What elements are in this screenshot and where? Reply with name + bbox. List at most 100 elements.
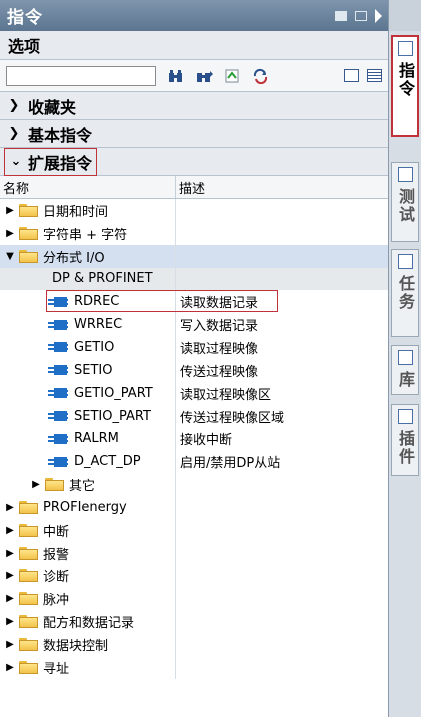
- description-cell: [176, 222, 388, 245]
- description-cell: [176, 519, 388, 542]
- description-cell: [176, 245, 388, 268]
- side-tab-label: 库: [396, 371, 415, 389]
- instruction-row[interactable]: RDREC 读取数据记录: [0, 290, 388, 314]
- side-tab-label: 任务: [396, 275, 415, 311]
- expand-right-icon[interactable]: ▶: [4, 228, 16, 239]
- filter-icon[interactable]: [224, 68, 242, 84]
- name-cell: SETIO_PART: [0, 404, 176, 428]
- expand-down-icon[interactable]: ▼: [4, 251, 16, 262]
- folder-row[interactable]: ▶ 诊断: [0, 564, 388, 588]
- name-cell: ▶ 日期和时间: [0, 199, 176, 222]
- column-description[interactable]: 描述: [176, 176, 205, 198]
- find-next-icon[interactable]: [196, 68, 214, 84]
- side-tab[interactable]: 库: [391, 345, 419, 395]
- name-cell: DP & PROFINET: [0, 267, 176, 291]
- folder-icon: [19, 249, 38, 263]
- function-block-icon: [48, 433, 68, 444]
- item-name: 分布式 I/O: [43, 250, 105, 266]
- expand-right-icon[interactable]: ▶: [4, 662, 16, 673]
- folder-icon: [19, 615, 38, 629]
- folder-icon: [19, 500, 38, 514]
- layout-icon[interactable]: [355, 10, 367, 21]
- instruction-row[interactable]: GETIO_PART 读取过程映像区: [0, 381, 388, 405]
- name-cell: ▶ 其它: [0, 473, 176, 496]
- expand-right-icon[interactable]: ▶: [30, 479, 42, 490]
- folder-row[interactable]: ▶ 寻址: [0, 655, 388, 679]
- folder-row[interactable]: ▶ 其它: [0, 473, 388, 496]
- description-cell: 接收中断: [180, 433, 233, 449]
- chevron-down-icon: ⌄: [10, 154, 22, 169]
- name-cell: ▶ 报警: [0, 541, 176, 565]
- tab-icon: [397, 41, 413, 56]
- name-cell: RALRM: [0, 427, 176, 451]
- item-name: 中断: [43, 524, 70, 540]
- instruction-row[interactable]: WRREC 写入数据记录: [0, 313, 388, 337]
- name-cell: WRREC: [0, 313, 176, 337]
- folder-row[interactable]: ▶ 报警: [0, 541, 388, 565]
- folder-row[interactable]: ▶ 配方和数据记录: [0, 610, 388, 634]
- collapse-arrow-icon[interactable]: [375, 8, 382, 23]
- item-name: WRREC: [74, 317, 123, 333]
- folder-row[interactable]: ▶ 脉冲: [0, 587, 388, 611]
- side-tab[interactable]: 任务: [391, 249, 419, 337]
- extended-instructions-header[interactable]: ⌄ 扩展指令: [0, 147, 388, 176]
- column-name[interactable]: 名称: [0, 176, 176, 198]
- expand-right-icon[interactable]: ▶: [4, 616, 16, 627]
- panel-titlebar: 指令: [0, 0, 388, 31]
- description-cell: [176, 656, 388, 679]
- folder-row[interactable]: ▶ 字符串 + 字符: [0, 221, 388, 245]
- item-name: D_ACT_DP: [74, 454, 141, 470]
- folder-row[interactable]: ▶ PROFIenergy: [0, 495, 388, 519]
- options-toolbar: [0, 60, 388, 92]
- group-row[interactable]: DP & PROFINET: [0, 267, 388, 291]
- folder-row[interactable]: ▶ 中断: [0, 518, 388, 542]
- name-cell: ▶ 字符串 + 字符: [0, 221, 176, 245]
- list-view-icon[interactable]: [367, 69, 382, 82]
- expand-right-icon[interactable]: ▶: [4, 548, 16, 559]
- description-cell: 读取过程映像区: [180, 387, 272, 403]
- name-cell: ▶ 诊断: [0, 564, 176, 588]
- expand-right-icon[interactable]: ▶: [4, 502, 16, 513]
- side-tab-label: 测试: [396, 188, 415, 224]
- instruction-row[interactable]: D_ACT_DP 启用/禁用DP从站: [0, 450, 388, 474]
- favorites-header[interactable]: ❯ 收藏夹: [0, 92, 388, 120]
- description-cell: [176, 610, 388, 633]
- name-cell: ▶ 脉冲: [0, 587, 176, 611]
- instruction-row[interactable]: SETIO_PART 传送过程映像区域: [0, 404, 388, 428]
- instruction-row[interactable]: GETIO 读取过程映像: [0, 336, 388, 359]
- expand-right-icon[interactable]: ▶: [4, 593, 16, 604]
- view-icon[interactable]: [344, 69, 359, 82]
- name-cell: ▼ 分布式 I/O: [0, 244, 176, 268]
- tab-icon: [397, 254, 413, 269]
- side-tab[interactable]: 指令: [391, 35, 419, 137]
- name-cell: ▶ PROFIenergy: [0, 495, 176, 519]
- basic-instructions-header[interactable]: ❯ 基本指令: [0, 120, 388, 148]
- item-name: 诊断: [43, 570, 70, 586]
- options-header[interactable]: 选项: [0, 31, 388, 60]
- instructions-panel: 指令 选项 ❯ 收藏夹 ❯ 基本指令 ⌄ 扩展指令 名称 描述 ▶ 日期和时间 …: [0, 0, 389, 717]
- refresh-icon[interactable]: [252, 68, 270, 84]
- find-icon[interactable]: [168, 68, 186, 84]
- description-cell: 写入数据记录: [180, 319, 259, 335]
- instruction-row[interactable]: SETIO 传送过程映像: [0, 358, 388, 382]
- basic-instructions-label: 基本指令: [28, 125, 93, 145]
- folder-row[interactable]: ▶ 日期和时间: [0, 199, 388, 222]
- description-cell: 读取过程映像: [180, 341, 259, 357]
- float-window-icon[interactable]: [335, 10, 347, 21]
- side-tab[interactable]: 测试: [391, 162, 419, 242]
- instruction-row[interactable]: RALRM 接收中断: [0, 427, 388, 451]
- folder-row[interactable]: ▶ 数据块控制: [0, 633, 388, 656]
- expand-right-icon[interactable]: ▶: [4, 205, 16, 216]
- name-cell: GETIO: [0, 336, 176, 359]
- item-name: 配方和数据记录: [43, 616, 135, 632]
- expand-right-icon[interactable]: ▶: [4, 525, 16, 536]
- search-combobox[interactable]: [6, 65, 156, 86]
- item-name: 日期和时间: [43, 204, 109, 220]
- chevron-right-icon: ❯: [8, 126, 20, 141]
- expand-right-icon[interactable]: ▶: [4, 639, 16, 650]
- description-cell: 传送过程映像区域: [180, 410, 285, 426]
- folder-row[interactable]: ▼ 分布式 I/O: [0, 244, 388, 268]
- function-block-icon: [48, 319, 68, 330]
- side-tab[interactable]: 插件: [391, 404, 419, 476]
- expand-right-icon[interactable]: ▶: [4, 570, 16, 581]
